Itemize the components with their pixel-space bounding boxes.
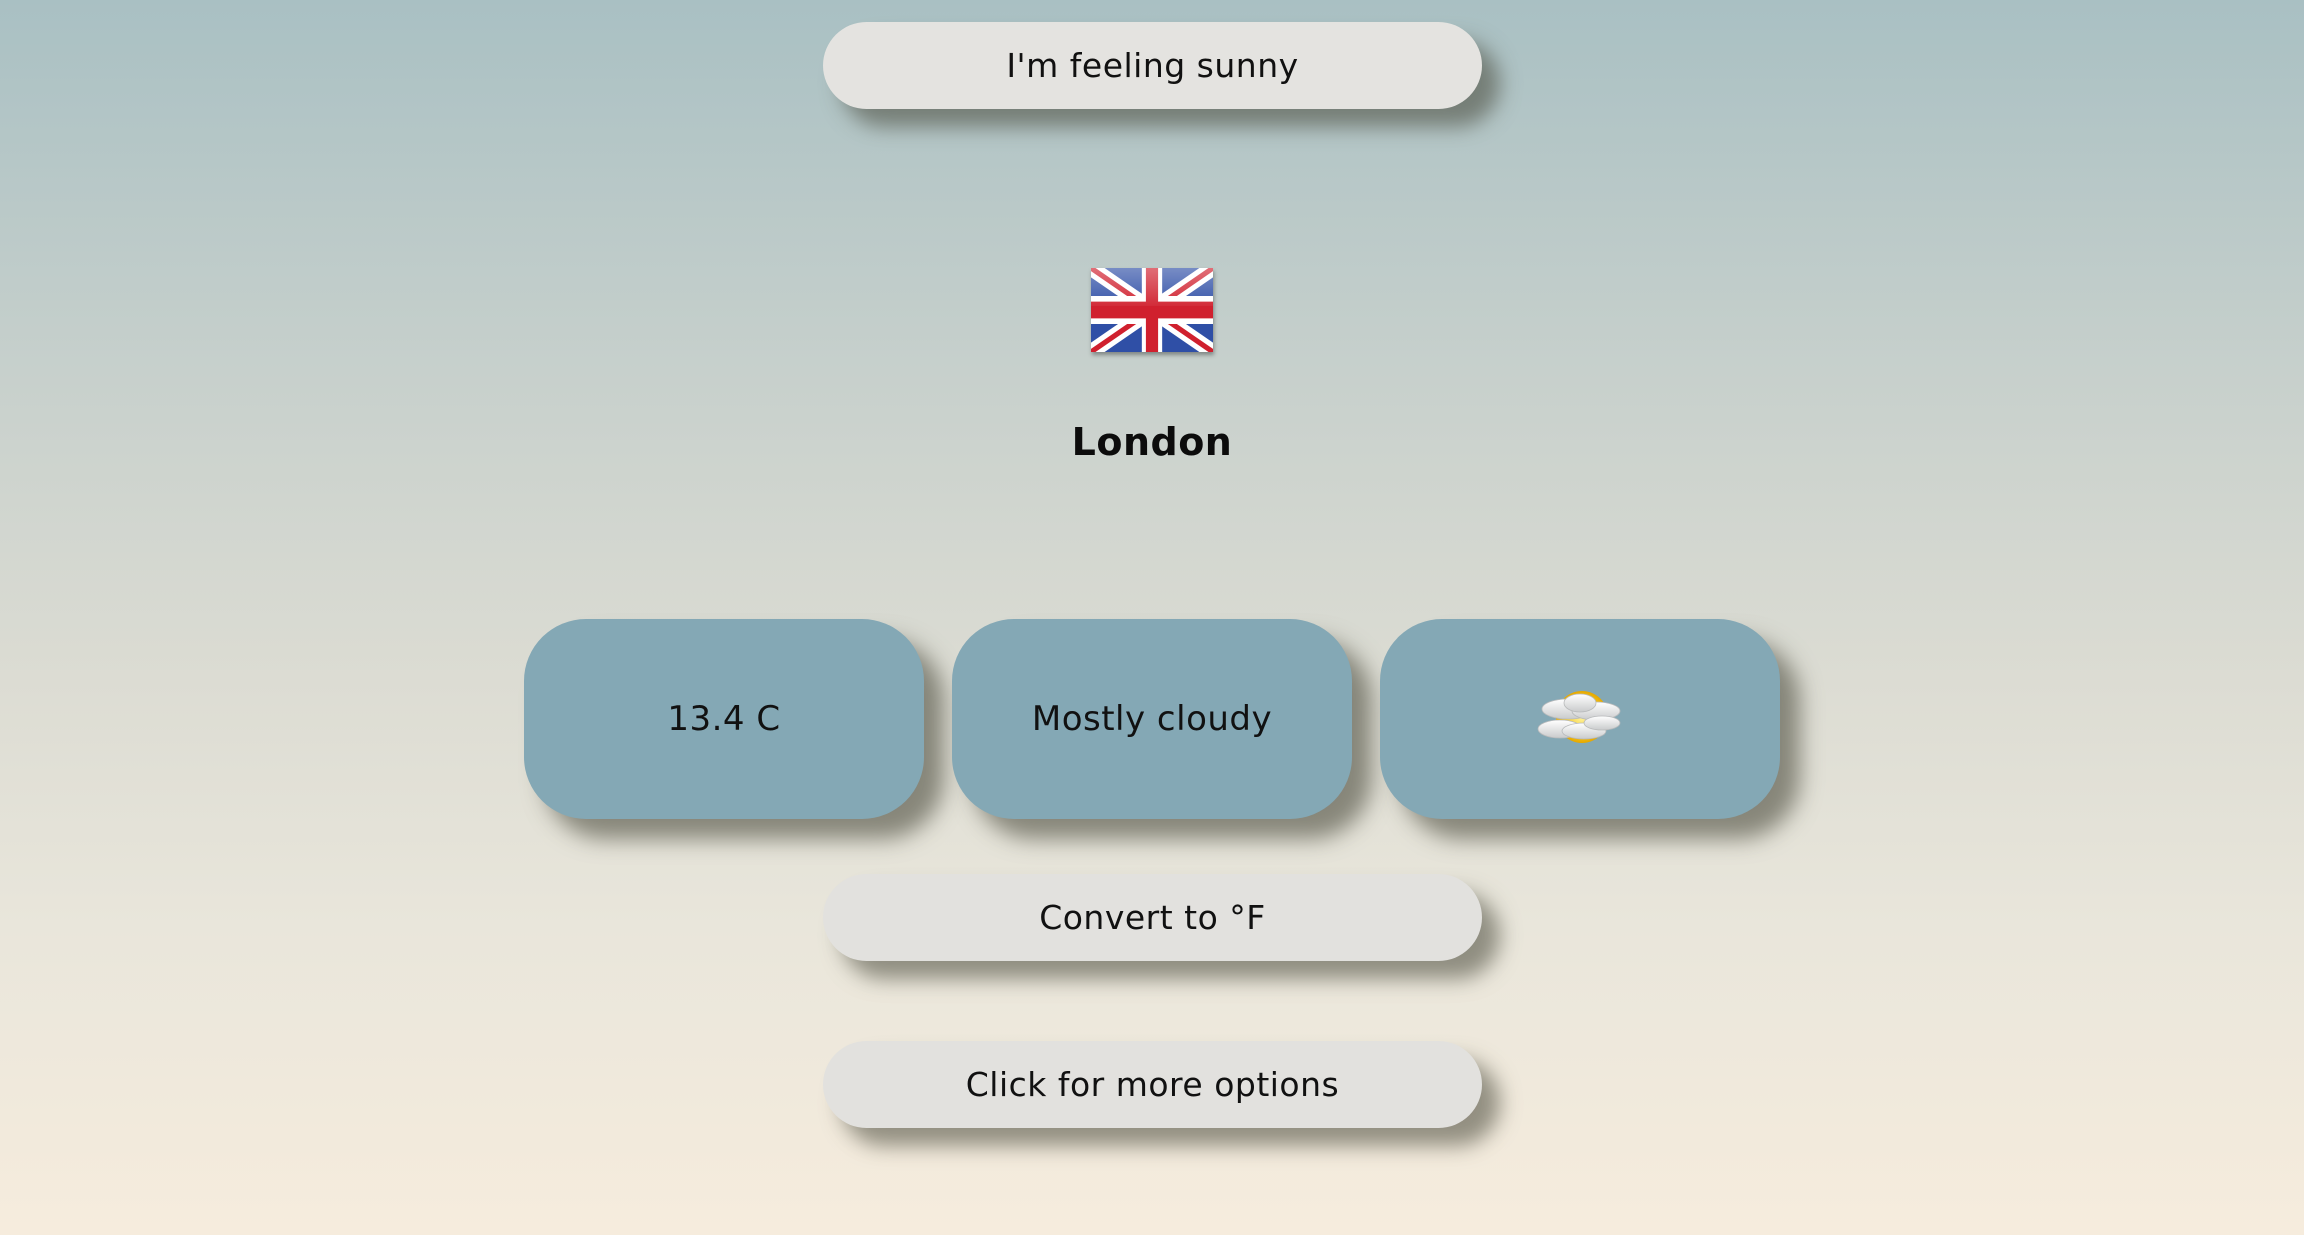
more-options-button[interactable]: Click for more options xyxy=(823,1041,1482,1128)
more-options-label: Click for more options xyxy=(965,1065,1340,1104)
feeling-sunny-label: I'm feeling sunny xyxy=(1006,46,1299,85)
feeling-sunny-button[interactable]: I'm feeling sunny xyxy=(823,22,1482,109)
convert-to-fahrenheit-button[interactable]: Convert to °F xyxy=(823,874,1482,961)
united-kingdom-flag-icon xyxy=(1091,268,1213,352)
condition-text: Mostly cloudy xyxy=(1031,699,1273,739)
condition-card: Mostly cloudy xyxy=(952,619,1352,819)
weather-icon-card xyxy=(1380,619,1780,819)
convert-label: Convert to °F xyxy=(1039,898,1266,937)
city-name: London xyxy=(1071,420,1233,464)
temperature-card: 13.4 C xyxy=(524,619,924,819)
temperature-value: 13.4 C xyxy=(667,699,781,739)
partly-cloudy-sun-icon xyxy=(1520,679,1640,759)
